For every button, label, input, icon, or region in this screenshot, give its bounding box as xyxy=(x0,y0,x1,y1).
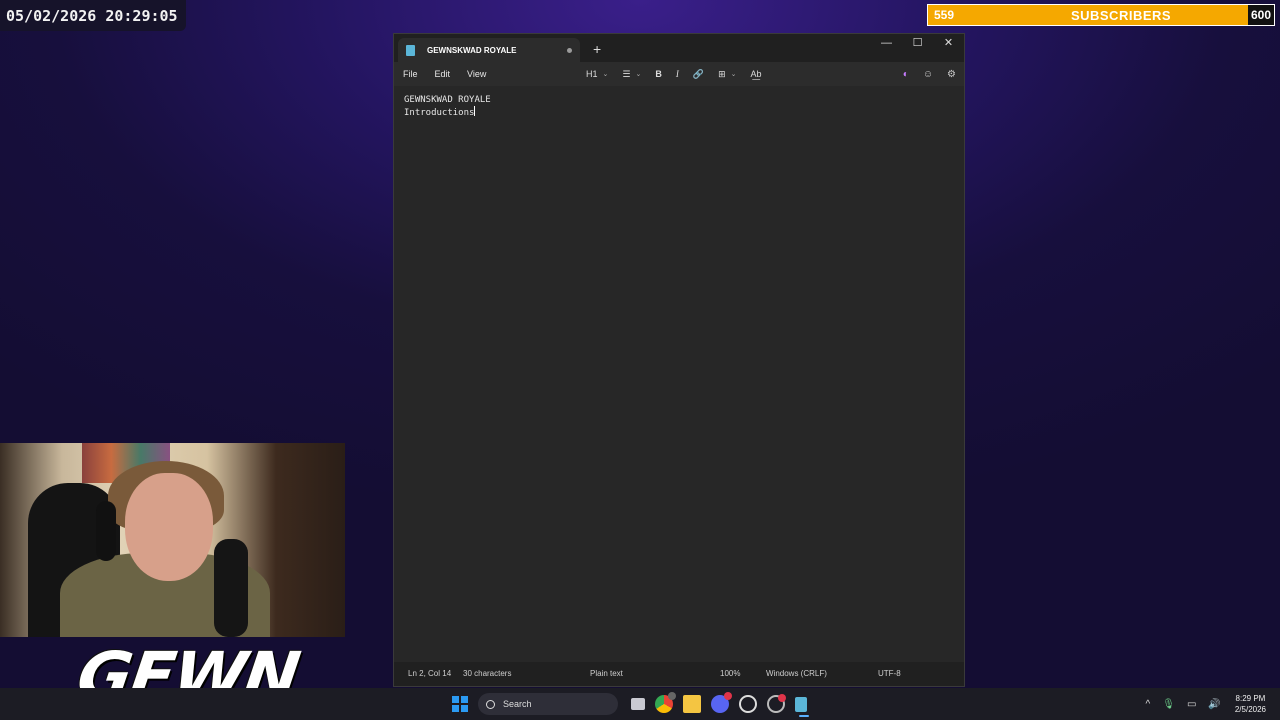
subscriber-label: SUBSCRIBERS xyxy=(1070,7,1172,23)
table-icon: ⊞ xyxy=(718,68,726,79)
editor-line-2-text: Introductions xyxy=(404,108,475,118)
link-icon[interactable]: 🔗 xyxy=(693,69,704,80)
volume-icon[interactable]: 🔊 xyxy=(1208,699,1220,710)
subscriber-goal: 600 xyxy=(1248,5,1274,25)
notepad-window: GEWNSKWAD ROYALE + — ☐ ✕ File Edit View … xyxy=(393,33,965,687)
title-bar: GEWNSKWAD ROYALE + — ☐ ✕ xyxy=(394,34,964,62)
menu-bar: File Edit View H1 ⌄ ☰ ⌄ B I 🔗 ⊞ ⌄ A͟b ◐ ☺ ⚙ xyxy=(394,62,964,86)
search-icon xyxy=(486,699,495,709)
window-controls: — ☐ ✕ xyxy=(871,34,964,56)
chevron-down-icon: ⌄ xyxy=(602,71,609,78)
subscriber-count: 559 xyxy=(934,8,955,22)
task-view-icon[interactable] xyxy=(631,698,645,710)
search-box[interactable]: Search xyxy=(478,693,618,715)
editor-line-1: GEWNSKWAD ROYALE xyxy=(404,95,491,105)
discord-badge xyxy=(724,692,732,700)
close-button[interactable]: ✕ xyxy=(933,34,964,56)
toolbar-right: ◐ ☺ ⚙ xyxy=(889,62,956,86)
encoding[interactable]: UTF-8 xyxy=(878,669,901,678)
minimize-button[interactable]: — xyxy=(871,34,902,56)
subscriber-goal-bar: 559 SUBSCRIBERS 600 xyxy=(927,4,1275,26)
taskbar-apps: Search xyxy=(452,692,812,717)
discord-icon[interactable] xyxy=(711,692,732,713)
taskbar-clock[interactable]: 8:29 PM 2/5/2026 xyxy=(1235,693,1266,715)
list-icon: ☰ xyxy=(622,68,631,79)
system-tray: ^ 🎙 ▭ 🔊 8:29 PM 2/5/2026 xyxy=(1140,688,1280,720)
menu-file[interactable]: File xyxy=(403,69,418,79)
start-button[interactable] xyxy=(452,696,468,712)
formatting-toolbar: H1 ⌄ ☰ ⌄ B I 🔗 ⊞ ⌄ A͟b xyxy=(586,62,776,86)
webcam-microphone xyxy=(214,539,248,637)
unsaved-dot-icon[interactable] xyxy=(567,47,572,53)
clock-time: 8:29 PM xyxy=(1235,694,1266,703)
menu-view[interactable]: View xyxy=(467,69,486,79)
line-endings[interactable]: Windows (CRLF) xyxy=(766,669,827,678)
network-icon[interactable]: ▭ xyxy=(1187,699,1196,710)
tray-chevron-icon[interactable]: ^ xyxy=(1146,699,1151,710)
table-dropdown[interactable]: ⊞ ⌄ xyxy=(718,69,736,80)
character-count: 30 characters xyxy=(463,669,512,678)
chrome-badge xyxy=(668,692,676,700)
tab-title: GEWNSKWAD ROYALE xyxy=(427,45,517,55)
status-bar: Ln 2, Col 14 30 characters Plain text 10… xyxy=(394,662,964,686)
italic-button[interactable]: I xyxy=(676,69,679,79)
settings-icon[interactable]: ⚙ xyxy=(947,69,956,80)
new-tab-button[interactable]: + xyxy=(593,42,601,56)
clock-app-icon[interactable] xyxy=(739,695,757,713)
heading-label: H1 xyxy=(586,69,598,79)
chrome-icon[interactable] xyxy=(655,692,676,713)
obs-icon[interactable] xyxy=(767,694,786,713)
editor-line-2: Introductions xyxy=(404,106,954,119)
text-caret xyxy=(474,106,476,116)
webcam-person-head xyxy=(125,473,213,581)
notepad-icon xyxy=(406,44,415,56)
taskbar: Search ^ 🎙 ▭ 🔊 8:29 PM 2/5/2026 xyxy=(0,688,1280,720)
spellcheck-icon[interactable]: A͟b xyxy=(750,69,761,79)
file-explorer-icon[interactable] xyxy=(683,695,701,713)
clock-date: 2/5/2026 xyxy=(1234,705,1266,714)
copilot-icon[interactable]: ◐ xyxy=(903,69,909,80)
text-format[interactable]: Plain text xyxy=(590,669,623,678)
heading-dropdown[interactable]: H1 ⌄ xyxy=(586,69,608,79)
chevron-down-icon: ⌄ xyxy=(635,71,642,78)
maximize-button[interactable]: ☐ xyxy=(902,34,933,56)
menu-edit[interactable]: Edit xyxy=(435,69,451,79)
bold-button[interactable]: B xyxy=(655,69,662,79)
notepad-taskbar-icon[interactable] xyxy=(795,696,809,717)
account-icon[interactable]: ☺ xyxy=(923,69,933,80)
cursor-position[interactable]: Ln 2, Col 14 xyxy=(408,669,451,678)
stream-datetime: 05/02/2026 20:29:05 xyxy=(0,0,186,31)
chevron-down-icon: ⌄ xyxy=(730,71,737,78)
obs-badge xyxy=(778,694,786,702)
list-dropdown[interactable]: ☰ ⌄ xyxy=(622,69,641,80)
text-editor[interactable]: GEWNSKWAD ROYALE Introductions xyxy=(394,86,964,662)
search-placeholder: Search xyxy=(503,699,532,709)
microphone-icon[interactable]: 🎙 xyxy=(1162,699,1175,710)
zoom-level[interactable]: 100% xyxy=(720,669,740,678)
tab-gewnskwad-royale[interactable]: GEWNSKWAD ROYALE xyxy=(398,38,580,62)
webcam-headset xyxy=(96,501,116,561)
webcam-feed xyxy=(0,443,345,637)
